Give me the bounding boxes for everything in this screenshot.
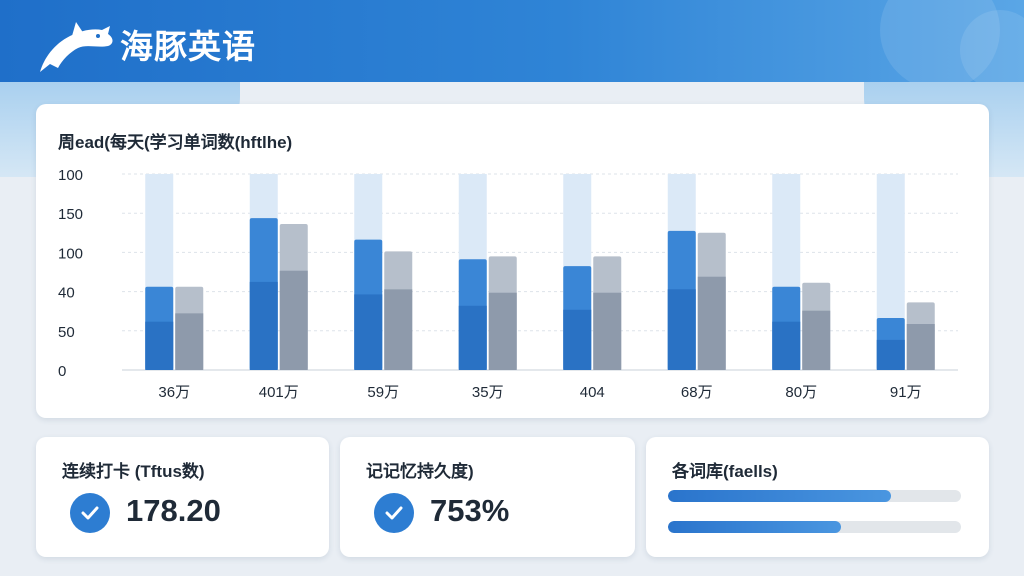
bar-series-b-inner: [697, 276, 726, 370]
streak-value: 178.20: [126, 493, 221, 528]
streak-card: 连续打卡 (Tftus数) 178.20: [36, 437, 329, 557]
bar-series-b-inner: [802, 310, 831, 370]
bar-series-a-inner: [145, 321, 174, 370]
x-tick-label: 80万: [785, 384, 817, 401]
daily-words-chart-card: 周ead(每天(学习单词数(hftlhe) 0 50 40 100 150 100 36万 4…: [36, 104, 989, 418]
bar-series-b-inner: [279, 270, 308, 370]
bar-series-a-inner: [354, 294, 383, 370]
memory-card: 记记忆持久度) 753%: [340, 437, 635, 557]
vocab-card: 各词库(faells): [646, 437, 989, 557]
x-tick-label: 59万: [367, 384, 399, 401]
bar-series-a-inner: [458, 305, 487, 370]
x-tick-label: 36万: [158, 384, 190, 401]
y-tick-label: 100: [58, 167, 83, 184]
bar-series-a-inner: [667, 289, 696, 370]
x-tick-label: 35万: [472, 384, 504, 401]
vocab-title: 各词库(faells): [672, 462, 778, 481]
bar-series-b-inner: [384, 289, 413, 370]
y-tick-label: 100: [58, 245, 83, 262]
bar-series-b-inner: [488, 292, 517, 370]
dolphin-logo-icon: [40, 22, 113, 72]
bar-series-a-inner: [249, 281, 278, 370]
bar-series-a-inner: [772, 321, 801, 370]
x-tick-label: 68万: [681, 384, 713, 401]
app-title: 海豚英语: [120, 28, 256, 65]
app-header: 海豚英语: [0, 0, 1024, 82]
x-tick-label: 404: [580, 384, 605, 401]
bar-series-b-inner: [906, 324, 935, 370]
bar-series-b-inner: [175, 313, 204, 370]
bar-series-b-inner: [593, 292, 622, 370]
bar-series-a-inner: [876, 339, 905, 370]
vocab-progress-track: [668, 521, 961, 533]
daily-words-bar-chart: 0 50 40 100 150 100 36万 401万 59万 35万 404 68万 80万 91万: [58, 167, 958, 401]
check-circle-icon: [70, 493, 110, 533]
memory-value: 753%: [430, 493, 510, 528]
vocab-progress-fill: [668, 521, 841, 533]
vocab-progress-fill: [668, 490, 891, 502]
x-tick-label: 91万: [890, 384, 922, 401]
check-circle-icon: [374, 493, 414, 533]
memory-title: 记记忆持久度): [366, 462, 474, 481]
y-tick-label: 40: [58, 285, 75, 302]
bar-series-a-inner: [563, 309, 592, 370]
streak-title: 连续打卡 (Tftus数): [62, 462, 205, 481]
vocab-progress-track: [668, 490, 961, 502]
y-tick-label: 0: [58, 363, 66, 380]
y-tick-label: 150: [58, 206, 83, 223]
x-tick-label: 401万: [259, 384, 299, 401]
y-tick-label: 50: [58, 324, 75, 341]
